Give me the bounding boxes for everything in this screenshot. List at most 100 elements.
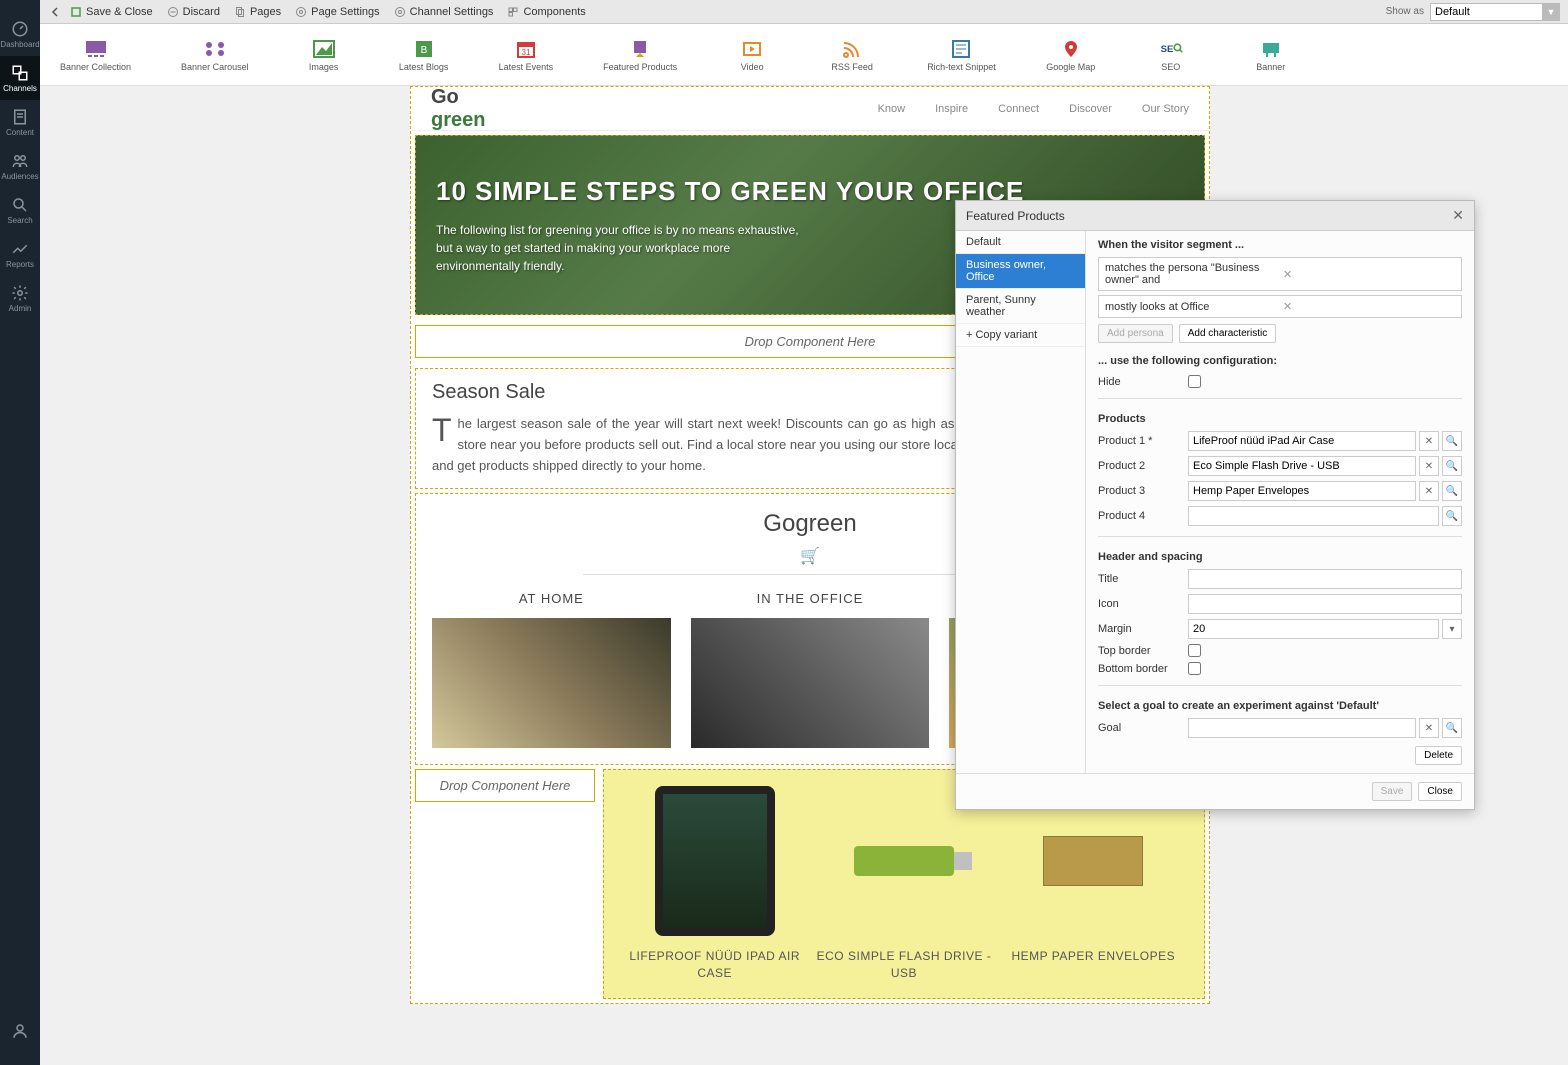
add-characteristic-button[interactable]: Add characteristic: [1179, 324, 1276, 343]
sidebar-item-user[interactable]: [0, 1009, 40, 1053]
chevron-down-icon[interactable]: ▼: [1542, 3, 1560, 21]
search-icon[interactable]: 🔍: [1442, 506, 1462, 526]
bottom-border-checkbox[interactable]: [1188, 662, 1201, 675]
pages-button[interactable]: Pages: [234, 6, 281, 18]
rss-icon: [840, 37, 864, 61]
product-2-input[interactable]: [1188, 456, 1416, 476]
variant-business-owner[interactable]: Business owner, Office: [956, 254, 1085, 289]
logo-text-2: green: [431, 109, 485, 131]
sidebar-item-channels[interactable]: Channels: [0, 56, 40, 100]
close-button[interactable]: Close: [1418, 782, 1462, 801]
ribbon-video[interactable]: Video: [727, 37, 777, 73]
ribbon-label: Banner Carousel: [181, 63, 249, 73]
segment-text: mostly looks at Office: [1105, 301, 1277, 313]
delete-button[interactable]: Delete: [1415, 746, 1462, 765]
ribbon-label: RSS Feed: [831, 63, 873, 73]
cat-item-home[interactable]: AT HOME: [432, 591, 671, 748]
sidebar-item-audiences[interactable]: Audiences: [0, 144, 40, 188]
richtext-icon: [949, 37, 973, 61]
remove-segment-icon[interactable]: ✕: [1283, 300, 1455, 313]
product-3-input[interactable]: [1188, 481, 1416, 501]
user-icon: [11, 1022, 29, 1040]
product-1-label: Product 1 *: [1098, 435, 1188, 447]
page-settings-label: Page Settings: [311, 6, 380, 18]
save-close-button[interactable]: Save & Close: [70, 6, 153, 18]
collapse-toggle[interactable]: [48, 5, 62, 19]
sidebar-item-content[interactable]: Content: [0, 100, 40, 144]
sidebar-item-admin[interactable]: Admin: [0, 276, 40, 320]
search-icon[interactable]: 🔍: [1442, 456, 1462, 476]
show-as-select[interactable]: [1430, 3, 1560, 21]
ribbon-seo[interactable]: SESEO: [1146, 37, 1196, 73]
save-button[interactable]: Save: [1372, 782, 1413, 801]
icon-input[interactable]: [1188, 594, 1462, 614]
ribbon-richtext[interactable]: Rich-text Snippet: [927, 37, 996, 73]
remove-segment-icon[interactable]: ✕: [1283, 268, 1455, 281]
goal-input[interactable]: [1188, 718, 1416, 738]
ribbon-latest-blogs[interactable]: BLatest Blogs: [399, 37, 449, 73]
discard-button[interactable]: Discard: [167, 6, 220, 18]
save-close-label: Save & Close: [86, 6, 153, 18]
discard-icon: [167, 6, 179, 18]
banner-icon: [1259, 37, 1283, 61]
ribbon-label: Banner Collection: [60, 63, 131, 73]
sidebar-label-audiences: Audiences: [1, 172, 38, 181]
variant-parent-sunny[interactable]: Parent, Sunny weather: [956, 289, 1085, 324]
clear-icon[interactable]: ✕: [1419, 718, 1439, 738]
variant-default[interactable]: Default: [956, 231, 1085, 254]
ribbon-label: Featured Products: [603, 63, 677, 73]
product-1-input[interactable]: [1188, 431, 1416, 451]
channel-settings-button[interactable]: Channel Settings: [394, 6, 494, 18]
components-button[interactable]: Components: [507, 6, 585, 18]
goal-label: Goal: [1098, 722, 1188, 734]
chevron-left-icon: [50, 7, 60, 17]
nav-link[interactable]: Inspire: [935, 103, 968, 115]
variant-copy[interactable]: + Copy variant: [956, 324, 1085, 347]
search-icon[interactable]: 🔍: [1442, 431, 1462, 451]
page-settings-button[interactable]: Page Settings: [295, 6, 380, 18]
ribbon-google-map[interactable]: Google Map: [1046, 37, 1096, 73]
clear-icon[interactable]: ✕: [1419, 481, 1439, 501]
nav-link[interactable]: Discover: [1069, 103, 1112, 115]
nav-link[interactable]: Know: [878, 103, 906, 115]
cat-item-office[interactable]: IN THE OFFICE: [691, 591, 930, 748]
ribbon-banner-carousel[interactable]: Banner Carousel: [181, 37, 249, 73]
dialog-close-icon[interactable]: ✕: [1452, 207, 1464, 224]
add-persona-button[interactable]: Add persona: [1098, 324, 1173, 343]
hide-checkbox[interactable]: [1188, 375, 1201, 388]
ribbon-latest-events[interactable]: 31Latest Events: [499, 37, 554, 73]
channels-icon: [11, 64, 29, 82]
ribbon-label: Video: [741, 63, 764, 73]
ribbon-featured-products[interactable]: Featured Products: [603, 37, 677, 73]
clear-icon[interactable]: ✕: [1419, 431, 1439, 451]
audiences-icon: [11, 152, 29, 170]
sidebar-item-reports[interactable]: Reports: [0, 232, 40, 276]
product-label: HEMP PAPER ENVELOPES: [999, 948, 1188, 965]
blogs-icon: B: [412, 37, 436, 61]
search-icon[interactable]: 🔍: [1442, 718, 1462, 738]
hero-text: The following list for greening your off…: [436, 221, 816, 275]
search-icon: [11, 196, 29, 214]
clear-icon[interactable]: ✕: [1419, 456, 1439, 476]
ribbon-banner[interactable]: Banner: [1246, 37, 1296, 73]
top-border-checkbox[interactable]: [1188, 644, 1201, 657]
ribbon-rss[interactable]: RSS Feed: [827, 37, 877, 73]
ribbon-images[interactable]: Images: [299, 37, 349, 73]
hide-label: Hide: [1098, 376, 1188, 388]
chevron-down-icon[interactable]: ▾: [1442, 619, 1462, 639]
video-icon: [740, 37, 764, 61]
product-4-input[interactable]: [1188, 506, 1439, 526]
product-2-label: Product 2: [1098, 460, 1188, 472]
drop-zone-left[interactable]: Drop Component Here: [415, 769, 595, 802]
margin-input[interactable]: [1188, 619, 1439, 639]
reports-icon: [11, 240, 29, 258]
title-input[interactable]: [1188, 569, 1462, 589]
search-icon[interactable]: 🔍: [1442, 481, 1462, 501]
sidebar-item-search[interactable]: Search: [0, 188, 40, 232]
nav-link[interactable]: Connect: [998, 103, 1039, 115]
content-icon: [11, 108, 29, 126]
sidebar-item-dashboard[interactable]: Dashboard: [0, 12, 40, 56]
product-item: ECO SIMPLE FLASH DRIVE - USB: [809, 786, 998, 982]
ribbon-banner-collection[interactable]: Banner Collection: [60, 37, 131, 73]
nav-link[interactable]: Our Story: [1142, 103, 1189, 115]
